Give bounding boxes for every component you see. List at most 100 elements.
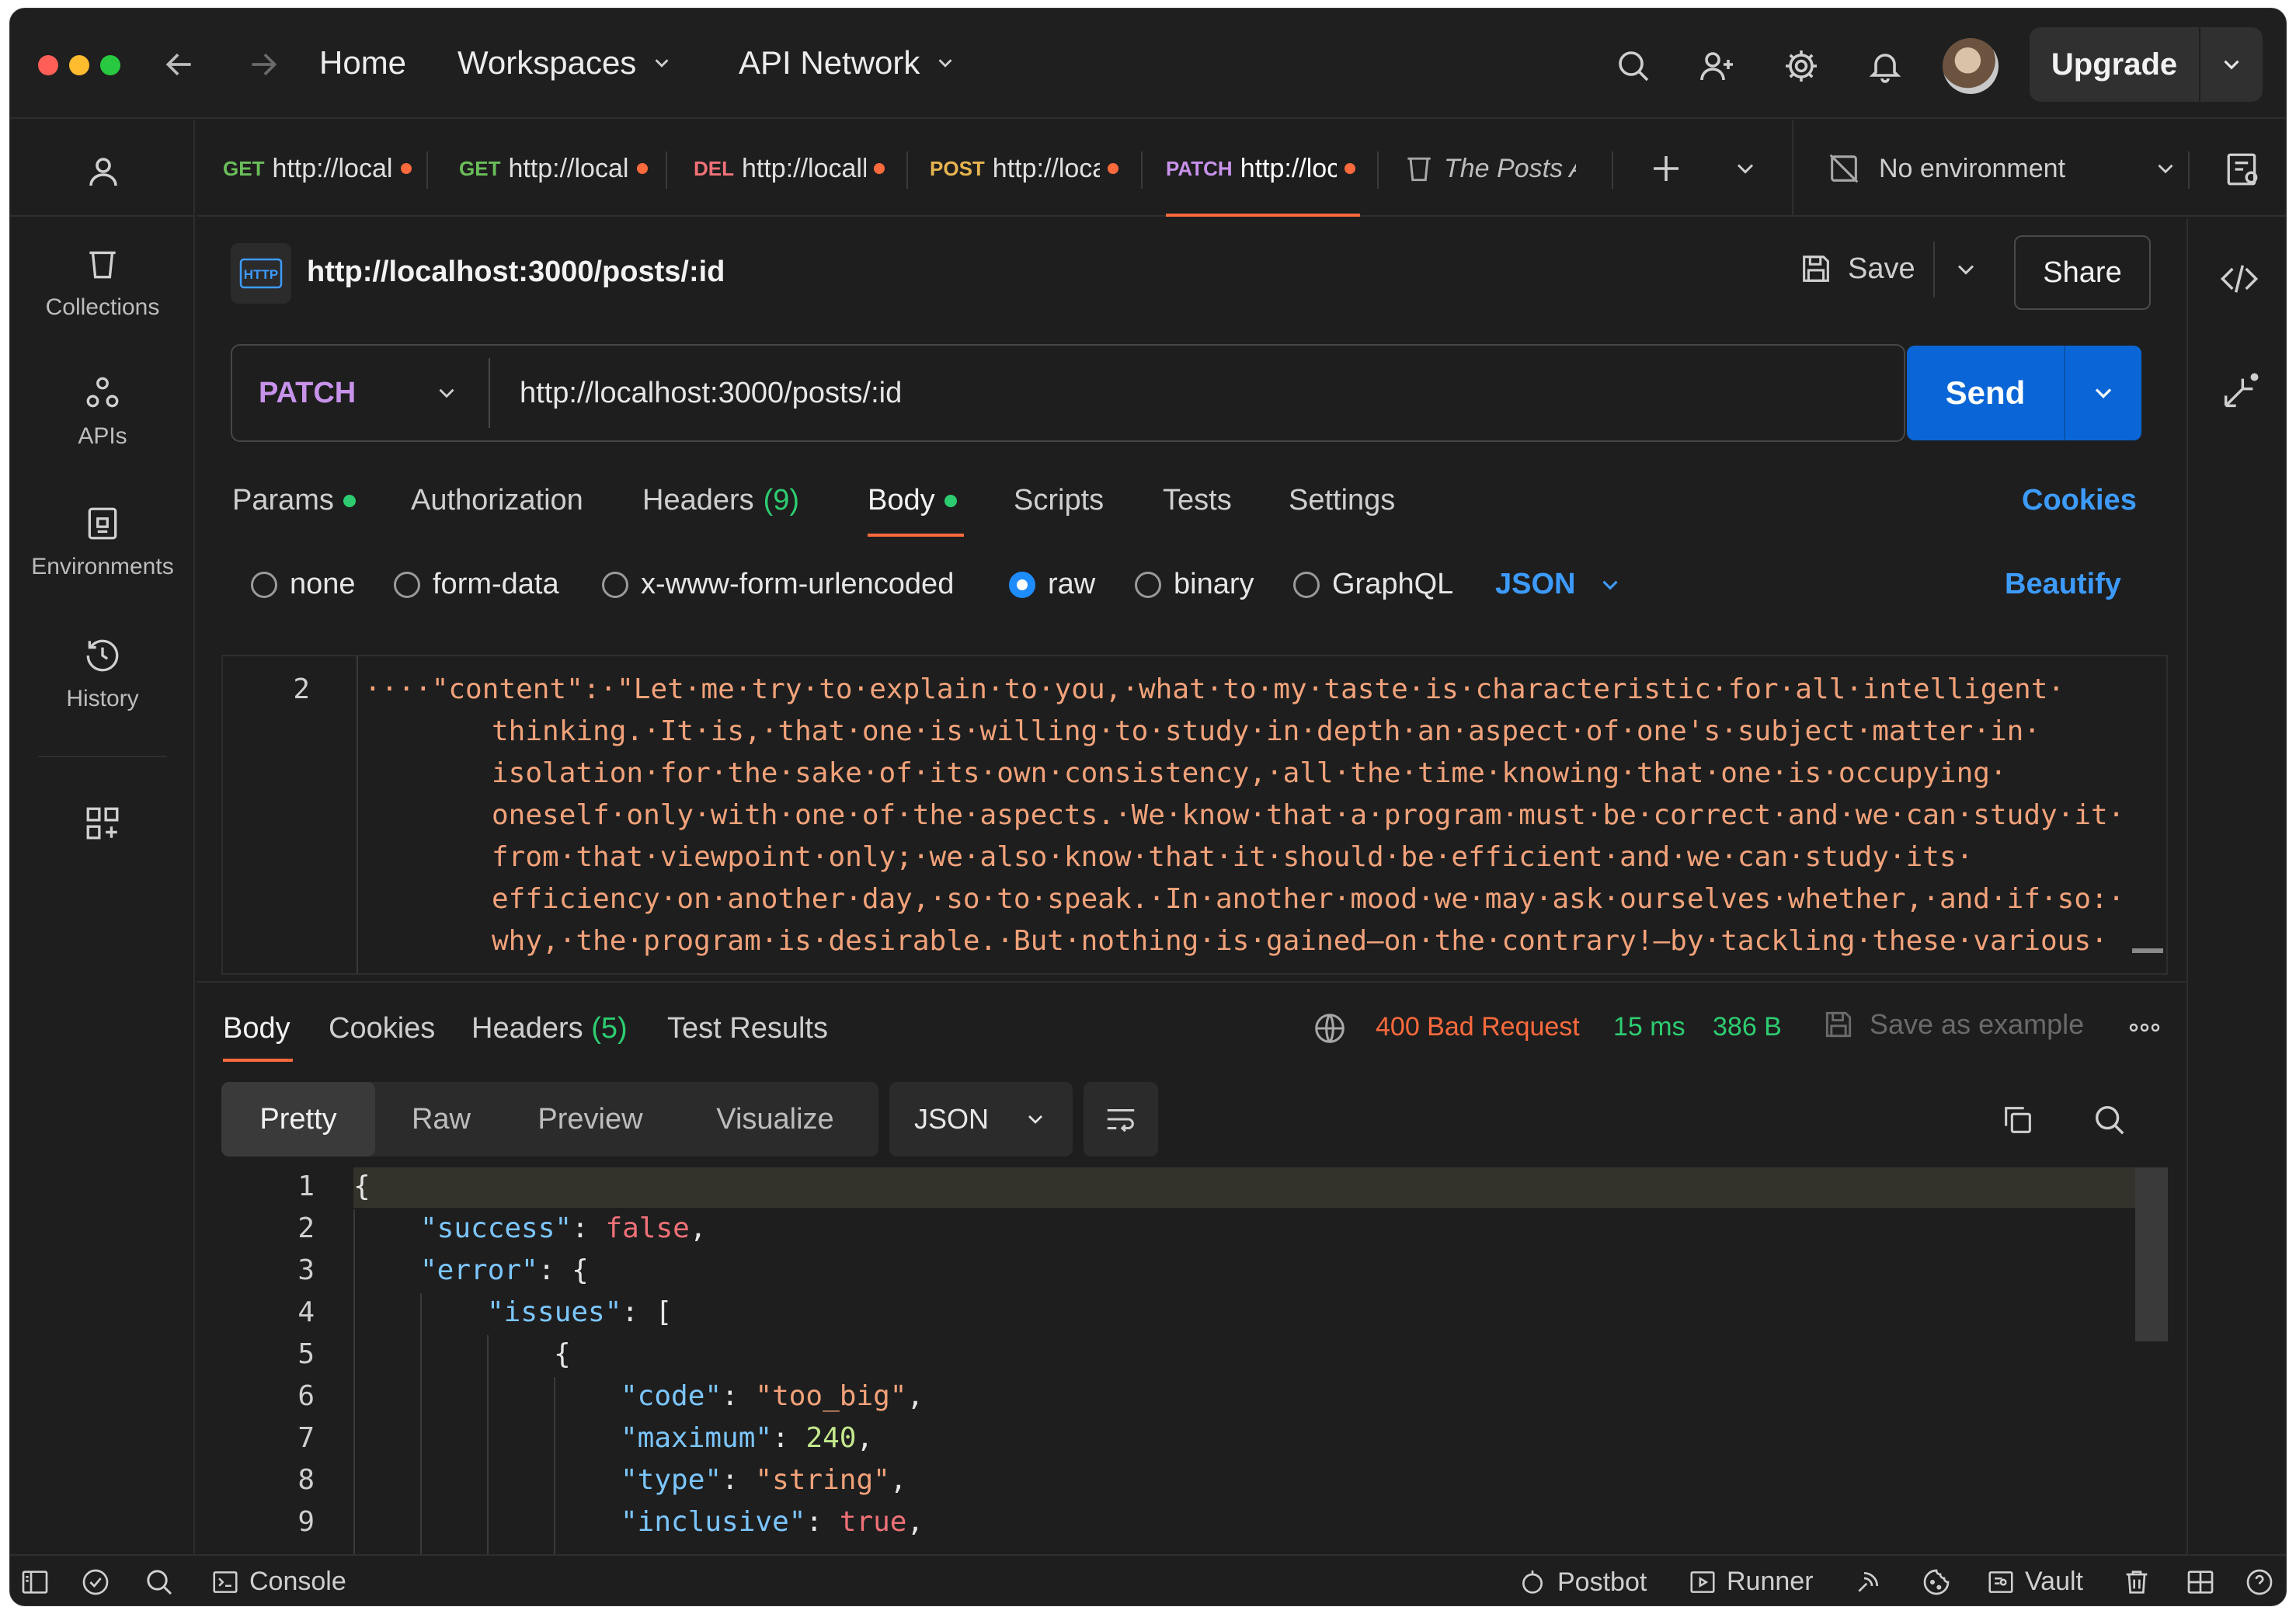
cookies-icon[interactable]	[1921, 1567, 1952, 1598]
scrollbar-thumb[interactable]	[2135, 1167, 2168, 1341]
floppy-disk-icon	[1803, 256, 1829, 282]
more-options-icon[interactable]	[2127, 1018, 2162, 1037]
view-preview[interactable]: Preview	[507, 1082, 673, 1157]
upgrade-button[interactable]: Upgrade	[2030, 27, 2263, 102]
view-raw[interactable]: Raw	[375, 1082, 507, 1157]
wrap-lines-button[interactable]	[1084, 1082, 1158, 1157]
tab-authorization[interactable]: Authorization	[411, 484, 583, 517]
radio-form-data[interactable]: form-data	[394, 568, 559, 601]
tab-body[interactable]: Body	[868, 484, 957, 517]
help-icon[interactable]	[2244, 1567, 2275, 1598]
tab-list-chevron-down-icon[interactable]	[1731, 155, 1759, 183]
response-tab-test-results[interactable]: Test Results	[667, 1012, 828, 1045]
radio-label: form-data	[433, 568, 559, 600]
response-tab-body[interactable]: Body	[223, 1012, 290, 1045]
copy-icon[interactable]	[2000, 1102, 2036, 1138]
request-tab[interactable]: GET http://localhost:3000/posts/:id	[459, 120, 649, 217]
maximize-window-button[interactable]	[100, 55, 120, 75]
code-icon[interactable]	[2219, 259, 2259, 299]
response-time[interactable]: 15 ms	[1613, 1012, 1685, 1042]
beautify-button[interactable]: Beautify	[2005, 568, 2121, 601]
save-as-example-button[interactable]: Save as example	[1821, 1007, 2084, 1042]
find-replace-search-icon[interactable]	[144, 1567, 175, 1598]
related-collections-icon[interactable]	[2219, 372, 2259, 412]
vault-button[interactable]: Vault	[1986, 1567, 2083, 1597]
console-button[interactable]: Console	[210, 1567, 346, 1597]
json-value: "too_big"	[755, 1380, 907, 1412]
send-options-chevron-down-icon[interactable]	[2065, 379, 2141, 407]
gear-icon[interactable]	[1783, 47, 1820, 85]
request-title[interactable]: http://localhost:3000/posts/:id	[307, 256, 725, 289]
nav-home[interactable]: Home	[319, 44, 406, 82]
forward-arrow-icon[interactable]	[246, 47, 280, 82]
save-options-chevron-down-icon[interactable]	[1952, 256, 1980, 283]
radio-urlencoded[interactable]: x-www-form-urlencoded	[602, 568, 954, 601]
body-format-select[interactable]: JSON	[1495, 568, 1623, 601]
request-tab-active[interactable]: PATCH http://localhost:3000/posts/:id	[1166, 120, 1355, 217]
close-window-button[interactable]	[38, 55, 58, 75]
sidebar-item-environments[interactable]: Environments	[10, 504, 195, 580]
sidebar-item-apis[interactable]: APIs	[10, 374, 195, 450]
toggle-sidebar-icon[interactable]	[19, 1567, 50, 1598]
response-status[interactable]: 400 Bad Request	[1376, 1012, 1580, 1042]
runner-button[interactable]: Runner	[1688, 1567, 1814, 1597]
nav-workspaces[interactable]: Workspaces	[457, 44, 673, 82]
save-button[interactable]: Save	[1798, 251, 1915, 287]
radio-binary[interactable]: binary	[1135, 568, 1254, 601]
tab-settings[interactable]: Settings	[1289, 484, 1395, 517]
tab-method: DEL	[694, 156, 734, 180]
response-format-select[interactable]: JSON	[889, 1082, 1073, 1157]
body-code-editor[interactable]: 2 ····"content":·"Let·me·try·to·explain·…	[221, 655, 2168, 975]
invite-user-icon[interactable]	[1699, 47, 1736, 85]
send-button[interactable]: Send	[1907, 346, 2141, 440]
scrollbar-thumb[interactable]	[2132, 948, 2163, 953]
collection-tab[interactable]: The Posts API	[1402, 120, 1576, 217]
user-icon[interactable]	[85, 153, 122, 190]
capture-requests-icon[interactable]	[1852, 1567, 1884, 1598]
request-tab[interactable]: GET http://localhost:3000/posts	[223, 120, 412, 217]
tab-scripts[interactable]: Scripts	[1014, 484, 1104, 517]
avatar[interactable]	[1943, 38, 1999, 94]
radio-none[interactable]: none	[251, 568, 356, 601]
view-visualize[interactable]: Visualize	[673, 1082, 877, 1157]
radio-raw[interactable]: raw	[1009, 568, 1095, 601]
json-key: "maximum"	[621, 1422, 773, 1454]
response-tab-cookies[interactable]: Cookies	[329, 1012, 435, 1045]
nav-api-network[interactable]: API Network	[739, 44, 957, 82]
environment-selector[interactable]: No environment	[1826, 120, 2179, 217]
response-size[interactable]: 386 B	[1713, 1012, 1782, 1042]
tab-params[interactable]: Params	[232, 484, 356, 517]
view-pretty-label: Pretty	[259, 1102, 337, 1136]
back-arrow-icon[interactable]	[162, 47, 197, 82]
environment-quick-look-icon[interactable]	[2224, 150, 2263, 189]
url-input[interactable]: http://localhost:3000/posts/:id	[520, 377, 902, 410]
bell-icon[interactable]	[1866, 47, 1904, 85]
new-tab-plus-icon[interactable]	[1647, 150, 1685, 187]
trash-icon[interactable]	[2121, 1567, 2152, 1598]
search-icon[interactable]	[1615, 47, 1652, 85]
collection-tab-label: The Posts API	[1444, 153, 1576, 183]
globe-icon[interactable]	[1312, 1010, 1348, 1046]
pane-divider[interactable]	[197, 981, 2186, 983]
postbot-button[interactable]: Postbot	[1517, 1567, 1647, 1598]
tab-tests[interactable]: Tests	[1163, 484, 1232, 517]
share-button[interactable]: Share	[2014, 235, 2151, 310]
sidebar-item-collections[interactable]: Collections	[10, 245, 195, 321]
request-tab[interactable]: DEL http://localhost:3000/posts/:id	[694, 120, 885, 217]
radio-graphql[interactable]: GraphQL	[1293, 568, 1453, 601]
view-pretty[interactable]: Pretty	[221, 1082, 375, 1157]
cookies-link[interactable]: Cookies	[2022, 484, 2137, 517]
minimize-window-button[interactable]	[69, 55, 89, 75]
method-select[interactable]: PATCH	[232, 346, 489, 440]
two-pane-view-icon[interactable]	[2185, 1567, 2216, 1598]
response-tab-headers[interactable]: Headers (5)	[471, 1012, 628, 1045]
search-icon[interactable]	[2092, 1102, 2127, 1138]
request-tab[interactable]: POST http://localhost:3000/posts	[930, 120, 1118, 217]
tab-headers[interactable]: Headers (9)	[642, 484, 799, 517]
sidebar-item-history[interactable]: History	[10, 636, 195, 712]
response-body-viewer[interactable]: 1 2 3 4 5 6 7 8 9 { "success": false, "e…	[221, 1166, 2168, 1554]
chevron-down-icon[interactable]	[2200, 51, 2263, 78]
floppy-disk-icon	[1825, 1011, 1852, 1038]
add-widgets-icon[interactable]	[83, 804, 122, 843]
online-status-check-icon[interactable]	[80, 1567, 111, 1598]
